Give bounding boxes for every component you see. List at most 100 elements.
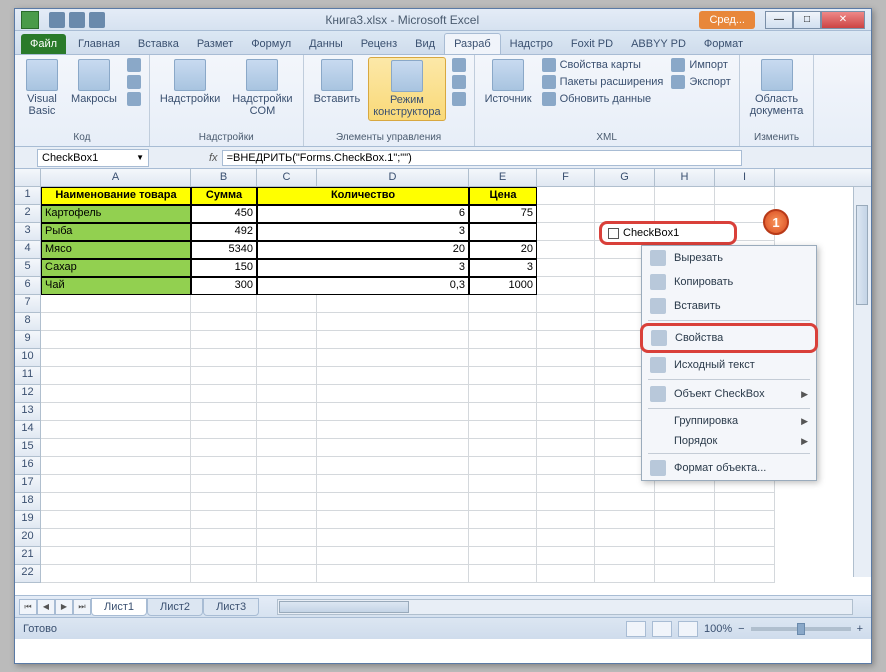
col-header-A[interactable]: A [41, 169, 191, 186]
cell[interactable] [469, 475, 537, 493]
formula-bar[interactable]: =ВНЕДРИТЬ("Forms.CheckBox.1";"") [222, 150, 742, 166]
cell[interactable]: Картофель [41, 205, 191, 223]
vertical-scrollbar[interactable] [853, 187, 871, 577]
col-header-G[interactable]: G [595, 169, 655, 186]
cell[interactable] [41, 565, 191, 583]
tab-data[interactable]: Данны [300, 34, 352, 54]
name-box[interactable]: CheckBox1▼ [37, 149, 149, 167]
tab-review[interactable]: Реценз [352, 34, 406, 54]
ctrl-code-button[interactable] [450, 74, 468, 90]
cell[interactable] [191, 367, 257, 385]
cell[interactable] [715, 187, 775, 205]
cell[interactable] [595, 529, 655, 547]
cell[interactable] [41, 439, 191, 457]
row-header[interactable]: 8 [15, 313, 41, 331]
ctx-format[interactable]: Формат объекта... [642, 456, 816, 480]
cell[interactable] [469, 547, 537, 565]
row-header[interactable]: 19 [15, 511, 41, 529]
cell[interactable]: 3 [469, 259, 537, 277]
row-header[interactable]: 18 [15, 493, 41, 511]
cell[interactable] [655, 493, 715, 511]
cell[interactable] [537, 331, 595, 349]
cell[interactable] [41, 331, 191, 349]
sheet-tab-3[interactable]: Лист3 [203, 598, 259, 616]
cell[interactable]: Количество [257, 187, 469, 205]
cell[interactable] [715, 493, 775, 511]
sheet-tab-1[interactable]: Лист1 [91, 598, 147, 616]
cell[interactable] [537, 241, 595, 259]
cell[interactable] [537, 565, 595, 583]
cell[interactable] [537, 313, 595, 331]
cell[interactable]: Сахар [41, 259, 191, 277]
cell[interactable] [317, 403, 469, 421]
tab-developer[interactable]: Разраб [444, 33, 501, 54]
view-normal-button[interactable] [626, 621, 646, 637]
com-addins-button[interactable]: Надстройки COM [228, 57, 296, 119]
cell[interactable] [595, 511, 655, 529]
zoom-slider[interactable] [751, 627, 851, 631]
cell[interactable] [537, 493, 595, 511]
cell[interactable]: 150 [191, 259, 257, 277]
cell[interactable] [469, 313, 537, 331]
xml-import-button[interactable]: Импорт [669, 57, 732, 73]
view-pagebreak-button[interactable] [678, 621, 698, 637]
design-mode-button[interactable]: Режим конструктора [368, 57, 445, 121]
cell[interactable] [317, 421, 469, 439]
cell[interactable]: 5340 [191, 241, 257, 259]
cell[interactable] [41, 295, 191, 313]
minimize-button[interactable]: — [765, 11, 793, 29]
cell[interactable] [469, 457, 537, 475]
sheet-nav-last[interactable]: ⏭ [73, 599, 91, 615]
cell[interactable] [257, 421, 317, 439]
cell[interactable] [257, 403, 317, 421]
qat-redo-icon[interactable] [89, 12, 105, 28]
cell[interactable] [537, 259, 595, 277]
tab-addins[interactable]: Надстро [501, 34, 562, 54]
row-header[interactable]: 16 [15, 457, 41, 475]
tab-layout[interactable]: Размет [188, 34, 242, 54]
cell[interactable] [655, 547, 715, 565]
cell[interactable] [191, 439, 257, 457]
cell[interactable] [537, 421, 595, 439]
cell[interactable] [191, 511, 257, 529]
row-header[interactable]: 22 [15, 565, 41, 583]
ctx-order[interactable]: Порядок▶ [642, 431, 816, 451]
cell[interactable] [317, 367, 469, 385]
doc-panel-button[interactable]: Область документа [746, 57, 808, 119]
sheet-tab-2[interactable]: Лист2 [147, 598, 203, 616]
cell[interactable] [317, 385, 469, 403]
cell[interactable] [469, 439, 537, 457]
cell[interactable] [257, 331, 317, 349]
cell[interactable]: 6 [257, 205, 469, 223]
cell[interactable] [191, 421, 257, 439]
cell[interactable] [317, 547, 469, 565]
ctx-properties[interactable]: Свойства [640, 323, 818, 353]
row-header[interactable]: 4 [15, 241, 41, 259]
cell[interactable] [655, 565, 715, 583]
cell[interactable] [537, 295, 595, 313]
cell[interactable] [191, 547, 257, 565]
row-header[interactable]: 12 [15, 385, 41, 403]
cell[interactable]: Цена [469, 187, 537, 205]
row-header[interactable]: 21 [15, 547, 41, 565]
row-header[interactable]: 11 [15, 367, 41, 385]
view-layout-button[interactable] [652, 621, 672, 637]
cell[interactable] [257, 529, 317, 547]
row-header[interactable]: 9 [15, 331, 41, 349]
macro-security-button[interactable] [125, 91, 143, 107]
cell[interactable] [317, 475, 469, 493]
cell[interactable] [469, 511, 537, 529]
cell[interactable] [469, 367, 537, 385]
cell[interactable] [257, 349, 317, 367]
relative-refs-button[interactable] [125, 74, 143, 90]
cell[interactable] [469, 385, 537, 403]
cell[interactable] [257, 547, 317, 565]
cell[interactable] [595, 493, 655, 511]
xml-props-button[interactable]: Свойства карты [540, 57, 666, 73]
qat-save-icon[interactable] [49, 12, 65, 28]
row-header[interactable]: 6 [15, 277, 41, 295]
cell[interactable] [317, 565, 469, 583]
cell[interactable] [537, 529, 595, 547]
row-header[interactable]: 2 [15, 205, 41, 223]
cell[interactable] [595, 547, 655, 565]
